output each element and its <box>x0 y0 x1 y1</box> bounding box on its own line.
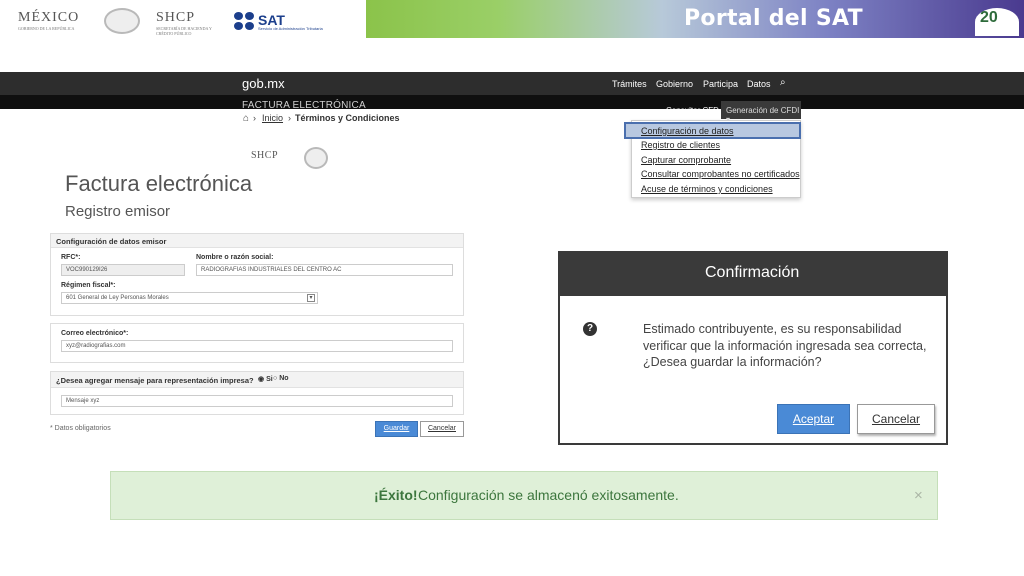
email-label: Correo electrónico*: <box>61 330 129 337</box>
chevron-down-icon: ▾ <box>307 294 315 302</box>
razon-social-label: Nombre o razón social: <box>196 254 274 261</box>
subnav <box>0 95 1024 109</box>
nav-datos[interactable]: Datos <box>747 79 771 89</box>
radio-no[interactable]: ○ No <box>273 375 289 382</box>
regimen-fiscal-value: 601 General de Ley Personas Morales <box>66 295 169 301</box>
close-icon[interactable]: × <box>914 487 923 504</box>
logo-sat-subtitle: Servicio de Administración Tributaria <box>258 26 323 31</box>
home-icon[interactable]: ⌂ <box>243 113 249 124</box>
section-subtitle: FACTURA ELECTRÓNICA <box>242 100 366 109</box>
generacion-cfdi-menu[interactable]: Generación de CFDI ▾ <box>721 101 801 124</box>
alert-message: Configuración se almacenó exitosamente. <box>418 487 679 503</box>
nav-tramites[interactable]: Trámites <box>612 79 647 89</box>
shcp-small-logo: SHCP <box>251 150 279 161</box>
regimen-fiscal-label: Régimen fiscal*: <box>61 282 116 289</box>
mensaje-question: ¿Desea agregar mensaje para representaci… <box>56 376 254 385</box>
page-title: Factura electrónica <box>65 171 253 196</box>
consultar-cfd-link[interactable]: Consultar CFD <box>666 106 719 115</box>
gobmx-brand-link[interactable]: gob.mx <box>242 76 285 91</box>
rfc-label: RFC*: <box>61 254 81 261</box>
rfc-field: VOC990129I26 <box>61 264 185 276</box>
email-field[interactable]: xyz@radiografias.com <box>61 340 453 352</box>
menu-item-capturar-comprobante[interactable]: Capturar comprobante <box>641 155 731 165</box>
menu-item-registro-clientes[interactable]: Registro de clientes <box>641 140 720 150</box>
menu-item-consultar-no-certificados[interactable]: Consultar comprobantes no certificados <box>641 169 800 179</box>
emisor-config-panel: Configuración de datos emisor RFC*: VOC9… <box>50 233 464 316</box>
dialog-message-line1: Estimado contribuyente, es su responsabi… <box>643 322 902 336</box>
logo-mexico: MÉXICO <box>18 10 80 25</box>
search-icon[interactable]: ⌕ <box>780 77 786 88</box>
breadcrumb-separator: › <box>253 113 256 123</box>
mensaje-field[interactable]: Mensaje xyz <box>61 395 453 407</box>
email-panel: Correo electrónico*: xyz@radiografias.co… <box>50 323 464 363</box>
navbar <box>0 72 1024 95</box>
aceptar-button[interactable]: Aceptar <box>777 404 850 434</box>
dialog-title: Confirmación <box>705 264 800 281</box>
radio-si-label: Si <box>266 376 273 383</box>
question-icon: ? <box>583 322 597 336</box>
regimen-fiscal-select[interactable]: 601 General de Ley Personas Morales ▾ <box>61 292 318 304</box>
anniversary-badge-number: 20 <box>980 9 998 26</box>
required-note: * Datos obligatorios <box>50 425 111 432</box>
breadcrumb-current: Términos y Condiciones <box>295 113 400 123</box>
breadcrumb-separator: › <box>288 113 291 123</box>
dialog-cancelar-button[interactable]: Cancelar <box>857 404 935 434</box>
razon-social-field[interactable]: RADIOGRAFIAS INDUSTRIALES DEL CENTRO AC <box>196 264 453 276</box>
menu-item-acuse-terminos[interactable]: Acuse de términos y condiciones <box>641 184 773 194</box>
sat-logo-icon <box>234 12 256 30</box>
logo-shcp: SHCP <box>156 10 196 25</box>
breadcrumb-inicio[interactable]: Inicio <box>262 113 283 123</box>
page-subtitle: Registro emisor <box>65 203 171 220</box>
guardar-button[interactable]: Guardar <box>375 421 418 437</box>
portal-title: Portal del SAT <box>684 6 863 31</box>
cancelar-button[interactable]: Cancelar <box>420 421 464 437</box>
menu-item-configuracion-datos[interactable]: Configuración de datos <box>641 126 734 136</box>
radio-no-label: No <box>279 375 289 382</box>
nav-gobierno[interactable]: Gobierno <box>656 79 693 89</box>
logo-shcp-subtitle: SECRETARÍA DE HACIENDA Y CRÉDITO PÚBLICO <box>156 26 212 36</box>
dialog-message-line3: ¿Desea guardar la información? <box>643 355 822 369</box>
alert-strong-text: ¡Éxito! <box>374 487 418 503</box>
logo-mexico-subtitle: GOBIERNO DE LA REPÚBLICA <box>18 26 75 31</box>
radio-unselected-icon: ○ <box>273 375 278 382</box>
nav-participa[interactable]: Participa <box>703 79 738 89</box>
radio-selected-icon: ◉ <box>258 376 265 383</box>
dialog-message-line2: verificar que la información ingresada s… <box>643 339 927 353</box>
national-seal-icon <box>104 8 140 34</box>
panel-title: Configuración de datos emisor <box>56 237 167 246</box>
mensaje-panel: ¿Desea agregar mensaje para representaci… <box>50 371 464 415</box>
national-seal-small-icon <box>304 147 328 169</box>
radio-si[interactable]: ◉ Si <box>258 375 273 383</box>
